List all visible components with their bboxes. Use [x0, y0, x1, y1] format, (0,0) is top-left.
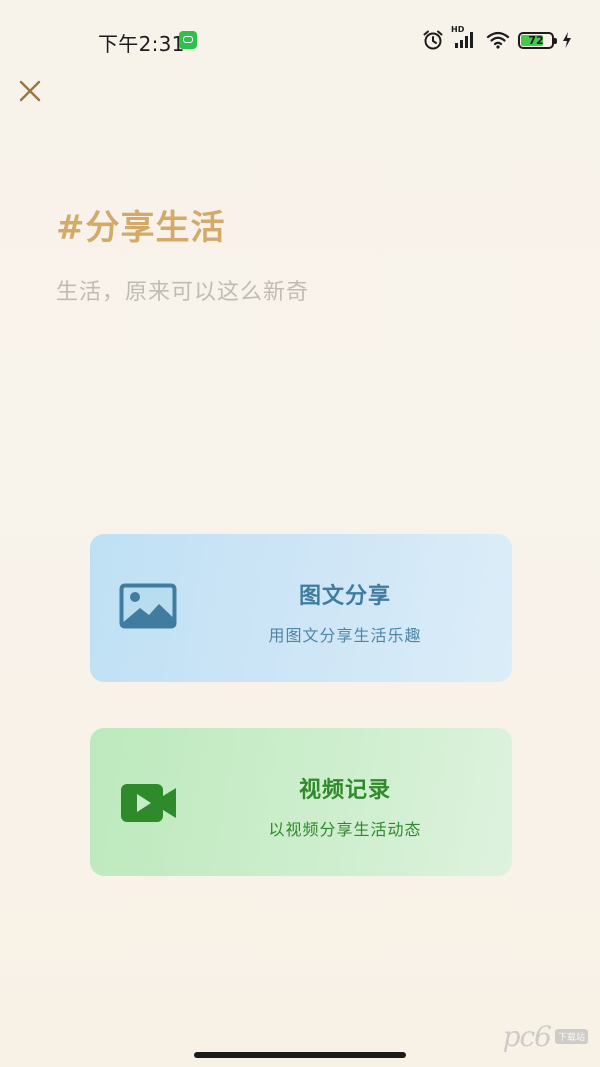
battery-level: 72 [528, 33, 544, 47]
watermark-logo: pc6 下载站 [503, 1020, 588, 1053]
battery-indicator: 72 [518, 31, 557, 49]
network-type-label: HD [451, 25, 465, 34]
photo-share-description: 用图文分享生活乐趣 [268, 626, 422, 645]
photo-share-card[interactable]: 图文分享 用图文分享生活乐趣 [90, 534, 512, 682]
home-indicator[interactable] [194, 1052, 406, 1058]
photo-share-title: 图文分享 [298, 584, 391, 609]
image-icon [118, 582, 178, 630]
page-subtitle: 生活，原来可以这么新奇 [56, 280, 310, 305]
bolt-icon [562, 32, 572, 48]
status-icons: HD 72 [422, 25, 572, 52]
watermark-text: pc6 [502, 1020, 552, 1053]
close-icon [19, 80, 41, 102]
app-notification-icon [179, 31, 197, 49]
close-button[interactable] [14, 74, 46, 106]
alarm-icon [422, 29, 444, 51]
video-record-description: 以视频分享生活动态 [268, 820, 422, 839]
video-record-card[interactable]: 视频记录 以视频分享生活动态 [90, 728, 512, 876]
watermark-tag: 下载站 [554, 1029, 588, 1044]
signal-icon: HD [451, 25, 478, 50]
page-title: #分享生活 [56, 208, 226, 248]
video-record-title: 视频记录 [298, 778, 391, 803]
status-time: 下午2:31 [98, 32, 185, 56]
wifi-icon [486, 30, 510, 50]
video-camera-icon [120, 782, 178, 824]
status-bar: 下午2:31 HD 72 [0, 0, 600, 80]
